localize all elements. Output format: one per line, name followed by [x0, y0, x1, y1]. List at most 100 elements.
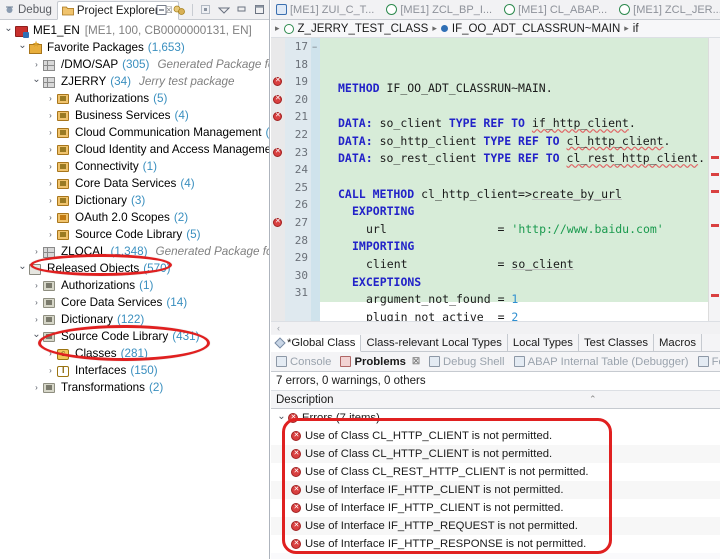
code-line[interactable]: plugin_not_active = 2	[324, 309, 720, 321]
chevron-right-icon[interactable]: ›	[30, 247, 43, 256]
bottom-view-tab[interactable]: Feed Reader	[697, 356, 720, 368]
chevron-right-icon[interactable]: ›	[44, 145, 57, 154]
problems-group-row[interactable]: ⌄ Errors (7 items)	[271, 409, 720, 427]
tree-item[interactable]: ⌄ ME1_EN [ME1, 100, CB0000000131, EN]	[0, 22, 269, 39]
code-editor[interactable]: 171819202122232425262728293031 − METHOD …	[271, 38, 720, 321]
problems-row[interactable]: Use of Class CL_REST_HTTP_CLIENT is not …	[271, 463, 720, 481]
editor-source-text[interactable]: METHOD IF_OO_ADT_CLASSRUN~MAIN. DATA: so_…	[320, 38, 720, 321]
maximize-icon[interactable]	[252, 2, 267, 17]
chevron-right-icon[interactable]: ›	[30, 383, 43, 392]
code-line[interactable]: argument_not_found = 1	[324, 291, 720, 309]
problems-row[interactable]: Use of Interface IF_HTTP_REQUEST is not …	[271, 517, 720, 535]
code-line[interactable]: EXPORTING	[324, 203, 720, 221]
problems-list[interactable]: ⌄ Errors (7 items) Use of Class CL_HTTP_CL…	[271, 409, 720, 553]
problems-row[interactable]: Use of Interface IF_HTTP_RESPONSE is not…	[271, 535, 720, 553]
chevron-right-icon[interactable]: ›	[30, 315, 43, 324]
tree-item[interactable]: › Authorizations (5)	[0, 90, 269, 107]
link-with-editor-icon[interactable]	[172, 2, 187, 17]
tree-item[interactable]: › OAuth 2.0 Scopes (2)	[0, 209, 269, 226]
tree-item[interactable]: › Authorizations (1)	[0, 277, 269, 294]
code-line[interactable]	[324, 98, 720, 116]
breadcrumb[interactable]: ▸ Z_JERRY_TEST_CLASS ▸ IF_OO_ADT_CLASSRUN~M…	[271, 20, 720, 38]
code-line[interactable]: client = so_client	[324, 256, 720, 274]
close-icon[interactable]: ☒	[412, 356, 420, 367]
chevron-right-icon[interactable]: ›	[44, 349, 57, 358]
problems-column-header[interactable]: Description ⌃	[271, 390, 720, 409]
chevron-right-icon[interactable]: ›	[44, 128, 57, 137]
code-line[interactable]: EXCEPTIONS	[324, 274, 720, 292]
bottom-view-tab[interactable]: Console	[276, 356, 331, 368]
tree-item[interactable]: ⌄ ZJERRY (34) Jerry test package	[0, 73, 269, 90]
tree-item[interactable]: › Transformations (2)	[0, 379, 269, 396]
bottom-view-tab[interactable]: Debug Shell	[429, 356, 505, 368]
code-line[interactable]: DATA: so_rest_client TYPE REF TO cl_rest…	[324, 150, 720, 168]
chevron-right-icon[interactable]: ›	[44, 111, 57, 120]
editor-tab[interactable]: [ME1] ZCL_BP_I...	[381, 0, 499, 19]
sort-caret-icon[interactable]: ⌃	[589, 394, 597, 405]
editor-tab[interactable]: [ME1] ZUI_C_T...	[271, 0, 381, 19]
breadcrumb-item[interactable]: if	[633, 23, 639, 35]
chevron-down-icon[interactable]: ⌄	[275, 411, 288, 422]
chevron-down-icon[interactable]: ⌄	[30, 75, 43, 85]
bottom-view-tab[interactable]: Problems ☒	[340, 356, 420, 368]
tree-item[interactable]: › Source Code Library (5)	[0, 226, 269, 243]
tree-item[interactable]: › Cloud Communication Management(7)	[0, 124, 269, 141]
chevron-right-icon[interactable]: ›	[44, 196, 57, 205]
tree-item[interactable]: ⌄ Released Objects (570)	[0, 260, 269, 277]
chevron-right-icon[interactable]: ›	[44, 162, 57, 171]
source-tab[interactable]: *Global Class	[271, 334, 362, 352]
tree-item[interactable]: › /DMO/SAP(305) Generated Package for /D..…	[0, 56, 269, 73]
chevron-down-icon[interactable]: ⌄	[16, 41, 29, 51]
tree-item[interactable]: › Business Services (4)	[0, 107, 269, 124]
tree-item[interactable]: › Classes(281)	[0, 345, 269, 362]
tree-item[interactable]: ›Cloud Identity and Access Management(3	[0, 141, 269, 158]
error-marker-icon[interactable]	[273, 111, 282, 122]
code-line[interactable]: CALL METHOD cl_http_client=>create_by_ur…	[324, 186, 720, 204]
code-line[interactable]: DATA: so_client TYPE REF TO if_http_clie…	[324, 115, 720, 133]
view-menu-icon[interactable]	[216, 2, 231, 17]
code-line[interactable]: url = 'http://www.baidu.com'	[324, 221, 720, 239]
editor-tab[interactable]: [ME1] ZCL_JER...	[614, 0, 720, 19]
tree-item[interactable]: › ZLOCAL(1,348) Generated Package for ZLO.…	[0, 243, 269, 260]
tree-item[interactable]: › Dictionary (122)	[0, 311, 269, 328]
project-tree[interactable]: ⌄ ME1_EN [ME1, 100, CB0000000131, EN] ⌄ Favo…	[0, 20, 269, 559]
problems-row[interactable]: Use of Class CL_HTTP_CLIENT is not permi…	[271, 445, 720, 463]
error-marker-icon[interactable]	[273, 217, 282, 227]
focus-icon[interactable]	[198, 2, 213, 17]
minimize-icon[interactable]	[234, 2, 249, 17]
chevron-right-icon[interactable]: ›	[30, 298, 43, 307]
tree-item[interactable]: ⌄ Source Code Library (431)	[0, 328, 269, 345]
collapse-all-icon[interactable]	[154, 2, 169, 17]
view-tab-debug[interactable]: Debug	[0, 0, 57, 19]
error-marker-icon[interactable]	[273, 147, 282, 157]
code-line[interactable]: METHOD IF_OO_ADT_CLASSRUN~MAIN.	[324, 80, 720, 98]
chevron-right-icon[interactable]: ›	[44, 179, 57, 188]
problems-row[interactable]: Use of Interface IF_HTTP_CLIENT is not p…	[271, 499, 720, 517]
source-tab[interactable]: Macros	[654, 334, 703, 351]
editor-tab[interactable]: [ME1] CL_ABAP...	[499, 0, 614, 19]
problems-row[interactable]: Use of Interface IF_HTTP_CLIENT is not p…	[271, 481, 720, 499]
chevron-right-icon[interactable]: ›	[44, 94, 57, 103]
chevron-right-icon[interactable]: ›	[44, 230, 57, 239]
chevron-right-icon[interactable]: ›	[44, 213, 57, 222]
editor-marker-gutter[interactable]	[271, 38, 285, 321]
source-tab[interactable]: Local Types	[508, 334, 579, 351]
tree-item[interactable]: › Dictionary (3)	[0, 192, 269, 209]
error-marker-icon[interactable]	[273, 76, 282, 87]
error-marker-icon[interactable]	[273, 94, 282, 104]
chevron-right-icon[interactable]: ›	[30, 281, 43, 290]
tree-item[interactable]: › Core Data Services (14)	[0, 294, 269, 311]
bottom-view-tab[interactable]: ABAP Internal Table (Debugger)	[513, 356, 689, 368]
code-line[interactable]	[324, 168, 720, 186]
chevron-right-icon[interactable]: ›	[44, 366, 57, 375]
breadcrumb-item[interactable]: IF_OO_ADT_CLASSRUN~MAIN	[452, 23, 620, 35]
code-line[interactable]: IMPORTING	[324, 238, 720, 256]
problems-row[interactable]: Use of Class CL_HTTP_CLIENT is not permi…	[271, 427, 720, 445]
tree-item[interactable]: › Core Data Services (4)	[0, 175, 269, 192]
editor-folding-gutter[interactable]: −	[311, 38, 320, 321]
tree-item[interactable]: ⌄ Favorite Packages(1,653)	[0, 39, 269, 56]
chevron-down-icon[interactable]: ⌄	[2, 24, 15, 34]
chevron-down-icon[interactable]: ⌄	[16, 262, 29, 272]
source-tab[interactable]: Test Classes	[579, 334, 655, 351]
editor-horizontal-scrollbar[interactable]: ‹	[271, 321, 720, 334]
